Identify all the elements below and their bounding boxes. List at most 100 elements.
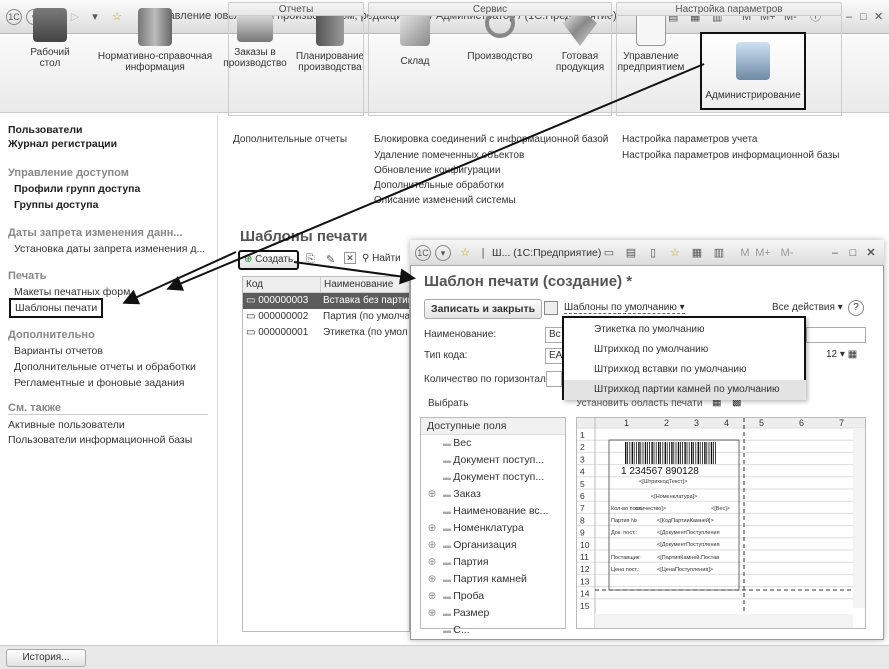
nav-extra-reports[interactable]: Дополнительные отчеты и обработки [14, 361, 196, 373]
sheet-row-header: 10 [580, 540, 590, 550]
tree-item[interactable]: ⊕ ▬ Партия [421, 554, 565, 571]
dialog-mminus-button[interactable]: M- [778, 245, 796, 261]
section-reference[interactable]: Нормативно-справочная информация [95, 8, 215, 73]
cell-batch-label: Партия № [611, 518, 637, 524]
menu-item-barcode-default[interactable]: Штрихкод по умолчанию [564, 340, 806, 360]
table-row[interactable]: ▭ 000000002 Партия (по умолча [243, 309, 409, 325]
edit-icon[interactable]: ✎ [326, 253, 335, 266]
dialog-star-icon[interactable]: ☆ [456, 245, 474, 261]
service-processing[interactable]: Дополнительные обработки [374, 180, 504, 191]
tree-item[interactable]: ▬ С... [421, 622, 565, 639]
nav-active-users[interactable]: Активные пользователи [8, 419, 125, 431]
copy-icon[interactable]: ⎘ [306, 253, 315, 266]
help-icon[interactable]: ? [848, 300, 864, 316]
table-row[interactable]: ▭ 000000001 Этикетка (по умол [243, 325, 409, 341]
close-icon[interactable]: ✕ [874, 9, 883, 25]
history-button[interactable]: История... [6, 649, 86, 667]
service-column [368, 16, 612, 116]
sheet-col-header: 3 [694, 418, 699, 428]
count-field[interactable]: 12 ▾ ▦ [826, 349, 857, 360]
select-button[interactable]: Выбрать [428, 398, 468, 409]
service-changes[interactable]: Описание изменений системы [374, 195, 516, 206]
col-code[interactable]: Код [243, 277, 321, 293]
nav-access-header: Управление доступом [8, 167, 129, 179]
tree-item[interactable]: ⊕ ▬ Партия камней [421, 571, 565, 588]
sheet-row-header: 2 [580, 442, 585, 452]
create-button[interactable]: ⊕ Создать [238, 250, 300, 270]
barcode-bar [671, 442, 673, 464]
all-actions-button[interactable]: Все действия ▾ [772, 302, 843, 313]
section-desktop[interactable]: Рабочий стол [20, 8, 80, 69]
tree-item[interactable]: ⊕ ▬ Проба [421, 588, 565, 605]
cell-doc-label: Док. пост.: [611, 530, 638, 536]
barcode-bar [655, 442, 657, 464]
barcode-bar [684, 442, 686, 464]
sheet-row-header: 6 [580, 491, 585, 501]
nav-report-variants[interactable]: Варианты отчетов [14, 345, 103, 357]
find-button[interactable]: ⚲ Найти [362, 253, 401, 264]
templates-dropdown[interactable]: Шаблоны по умолчанию ▾ [564, 302, 685, 314]
minimize-icon[interactable]: – [846, 9, 852, 25]
tree-item[interactable]: ⊕ ▬ Заказ [421, 486, 565, 503]
dialog-preview-icon[interactable]: ▯ [644, 245, 662, 261]
barcode-bar [658, 442, 660, 464]
nav-ib-users[interactable]: Пользователи информационной базы [8, 434, 192, 446]
tree-item[interactable]: ▬ Документ поступ... [421, 452, 565, 469]
dialog-mplus-button[interactable]: M+ [754, 245, 772, 261]
nav-access-groups[interactable]: Группы доступа [14, 199, 98, 211]
nav-event-log[interactable]: Журнал регистрации [8, 138, 117, 150]
barcode-bar [686, 442, 688, 464]
spreadsheet-grid[interactable]: 1 2 3 4 5 6 71234567891011121314151 234567 890… [577, 418, 866, 629]
nav-print-layouts[interactable]: Макеты печатных форм [14, 286, 130, 298]
dialog-fav-icon[interactable]: ☆ [666, 245, 684, 261]
dialog-save-icon[interactable]: ▭ [600, 245, 618, 261]
template-spreadsheet: 1 2 3 4 5 6 7 1 2 3 4 5 6 7 8 9 10 11 12 13 14 15 1 234567 890… [576, 417, 866, 629]
dialog-close-icon[interactable]: ✕ [862, 245, 880, 261]
sheet-row-header: 7 [580, 503, 585, 513]
dialog-app-icon[interactable]: 1C [415, 245, 431, 261]
dialog-calc-icon[interactable]: ▥ [710, 245, 728, 261]
settings-accounting[interactable]: Настройка параметров учета [622, 134, 757, 145]
reports-header: Отчеты [228, 2, 364, 16]
dialog-m-button[interactable]: M [736, 245, 754, 261]
settings-infobase[interactable]: Настройка параметров информационной базы [622, 150, 839, 161]
nav-set-date[interactable]: Установка даты запрета изменения д... [14, 243, 205, 255]
nav-date-header: Даты запрета изменения данн... [8, 227, 183, 239]
service-extra-reports[interactable]: Дополнительные отчеты [233, 134, 347, 145]
barcode-bar [677, 442, 680, 464]
barcode-bar [675, 442, 677, 464]
tree-item[interactable]: ⊕ ▬ Организация [421, 537, 565, 554]
delete-icon[interactable]: ✕ [344, 252, 356, 264]
table-row[interactable]: ▭ 000000003 Вставка без партии [243, 293, 409, 309]
menu-item-insert-barcode[interactable]: Штрихкод вставки по умолчанию [564, 360, 806, 380]
dialog-maximize-icon[interactable]: □ [844, 245, 862, 261]
tree-item[interactable]: ⊕ ▬ Номенклатура [421, 520, 565, 537]
service-update[interactable]: Обновление конфигурации [374, 165, 500, 176]
maximize-icon[interactable]: □ [860, 9, 867, 25]
menu-item-label-default[interactable]: Этикетка по умолчанию [564, 320, 806, 340]
tree-item[interactable]: ▬ Наименование вс... [421, 503, 565, 520]
barcode-bar [680, 442, 681, 464]
service-delete[interactable]: Удаление помеченных объектов [374, 150, 524, 161]
dialog-print-icon[interactable]: ▤ [622, 245, 640, 261]
service-lock[interactable]: Блокировка соединений с информационной б… [374, 134, 608, 145]
sheet-col-header: 1 [624, 418, 629, 428]
dialog-history-icon[interactable]: ▦ [688, 245, 706, 261]
name-field-end[interactable] [806, 327, 866, 343]
cell-nomenclature: <[Номенклатура]> [651, 494, 697, 500]
dialog-menu-icon[interactable]: ▾ [435, 245, 451, 261]
nav-scheduled-jobs[interactable]: Регламентные и фоновые задания [14, 377, 184, 389]
save-icon[interactable] [544, 301, 558, 315]
nav-access-profiles[interactable]: Профили групп доступа [14, 183, 140, 195]
nav-print-templates[interactable]: Шаблоны печати [9, 298, 104, 318]
tree-item[interactable]: ⊕ ▬ Размер [421, 605, 565, 622]
sheet-row-header: 5 [580, 479, 585, 489]
tree-item[interactable]: ▬ Документ поступ... [421, 469, 565, 486]
horizontal-field[interactable] [546, 371, 562, 387]
menu-item-batch-barcode[interactable]: Штрихкод партии камней по умолчанию [564, 380, 806, 400]
tree-item[interactable]: ▬ Вес [421, 435, 565, 452]
dialog-minimize-icon[interactable]: – [826, 245, 844, 261]
col-name[interactable]: Наименование [321, 279, 393, 290]
nav-users[interactable]: Пользователи [8, 124, 82, 136]
save-close-button[interactable]: Записать и закрыть [424, 299, 543, 319]
